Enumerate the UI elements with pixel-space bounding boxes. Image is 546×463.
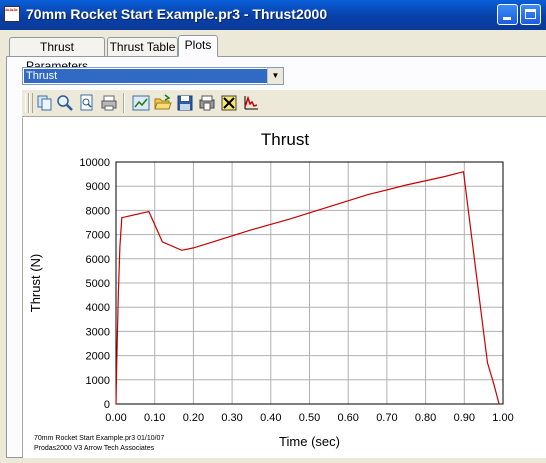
x-tick-label: 1.00	[492, 412, 513, 424]
maximize-button[interactable]	[520, 4, 541, 25]
tab-thrust-parameters[interactable]: Thrust Parameters	[9, 37, 105, 73]
tab-thrust-table[interactable]: Thrust Table	[107, 37, 178, 56]
printer-setup-icon[interactable]	[198, 94, 216, 112]
x-tick-label: 0.30	[221, 412, 242, 424]
tab-plots[interactable]: Plots	[178, 35, 218, 57]
x-tick-label: 0.80	[415, 412, 436, 424]
plot-toolbar	[22, 89, 546, 117]
x-tick-label: 0.20	[183, 412, 204, 424]
chevron-down-icon[interactable]: ▼	[267, 68, 283, 84]
y-tick-label: 3000	[86, 326, 110, 338]
x-tick-label: 0.10	[144, 412, 165, 424]
save-icon[interactable]	[176, 94, 194, 112]
plot-type-selected: Thrust	[24, 69, 267, 83]
y-tick-label: 1000	[86, 375, 110, 387]
footer-line-2: Prodas2000 V3 Arrow Tech Associates	[34, 445, 155, 452]
plot-type-select[interactable]: Thrust ▼	[22, 67, 284, 85]
y-tick-label: 10000	[79, 157, 110, 169]
window-title: 70mm Rocket Start Example.pr3 - Thrust20…	[26, 6, 328, 22]
plot-settings-icon[interactable]	[242, 94, 260, 112]
toolbar-grip[interactable]	[29, 93, 33, 113]
y-tick-label: 5000	[86, 278, 110, 290]
x-tick-label: 0.00	[105, 412, 126, 424]
minimize-icon	[503, 17, 511, 20]
zoom-icon[interactable]	[56, 94, 74, 112]
x-axis-label: Time (sec)	[279, 434, 340, 449]
thrust-series-line	[115, 170, 500, 405]
print-icon[interactable]	[100, 94, 118, 112]
minimize-button[interactable]	[497, 4, 518, 25]
x-tick-label: 0.40	[260, 412, 281, 424]
y-tick-label: 8000	[86, 205, 110, 217]
export-icon[interactable]	[220, 94, 238, 112]
title-bar: ≈≈≈ 70mm Rocket Start Example.pr3 - Thru…	[0, 0, 546, 30]
y-tick-label: 4000	[86, 302, 110, 314]
open-folder-icon[interactable]	[154, 94, 172, 112]
chart-area: Thrust 0.00 0.10 0.20 0.30 0.40 0.50 0.60 0.70 0…	[22, 118, 546, 458]
y-tick-label: 7000	[86, 230, 110, 242]
toolbar-separator	[123, 93, 125, 113]
chart-icon[interactable]	[132, 94, 150, 112]
x-tick-label: 0.60	[337, 412, 358, 424]
chart-title: Thrust	[261, 130, 309, 149]
footer-line-1: 70mm Rocket Start Example.pr3 01/10/07	[34, 435, 164, 442]
thrust-chart: Thrust 0.00 0.10 0.20 0.30 0.40 0.50 0.60 0.70 0…	[28, 130, 514, 452]
y-tick-label: 2000	[86, 351, 110, 363]
y-tick-label: 6000	[86, 254, 110, 266]
app-icon[interactable]: ≈≈≈	[4, 6, 20, 22]
maximize-icon	[525, 9, 536, 19]
x-tick-label: 0.90	[454, 412, 475, 424]
y-tick-label: 9000	[86, 181, 110, 193]
copy-icon[interactable]	[36, 94, 54, 112]
x-tick-label: 0.70	[376, 412, 397, 424]
y-tick-label: 0	[104, 399, 110, 411]
y-axis-label: Thrust (N)	[28, 254, 43, 313]
print-preview-icon[interactable]	[78, 94, 96, 112]
x-tick-label: 0.50	[299, 412, 320, 424]
